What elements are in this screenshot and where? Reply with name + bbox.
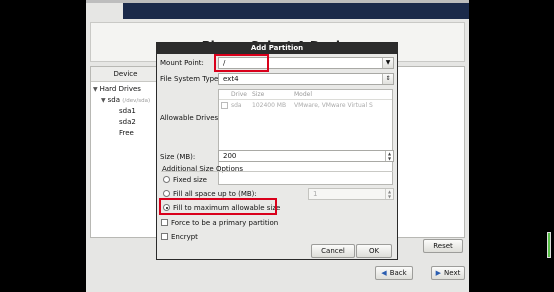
encrypt-label: Encrypt xyxy=(171,233,198,241)
status-indicator xyxy=(547,232,551,258)
size-spinner[interactable]: 200 ▲ ▼ xyxy=(218,150,394,162)
spinner-arrows-icon[interactable]: ▲ ▼ xyxy=(385,189,393,199)
tree-item-label: sda xyxy=(107,96,121,104)
ok-button[interactable]: OK xyxy=(356,244,392,258)
tree-item-free[interactable]: Free xyxy=(119,129,134,137)
fill-up-to-radio[interactable]: Fill all space up to (MB): xyxy=(163,190,257,198)
fill-up-to-spinner[interactable]: 1 ▲ ▼ xyxy=(308,188,394,200)
drive-name: sda xyxy=(231,102,242,109)
radio-icon[interactable] xyxy=(163,190,170,197)
collapse-icon[interactable]: ▼ xyxy=(93,86,98,93)
next-arrow-icon: ▶ xyxy=(435,269,442,277)
mount-point-label: Mount Point: xyxy=(160,59,204,67)
allowable-drives-label: Allowable Drives: xyxy=(160,114,221,122)
back-button[interactable]: ◀ Back xyxy=(375,266,413,280)
drive-model: VMware, VMware Virtual S xyxy=(294,102,373,109)
back-arrow-icon: ◀ xyxy=(381,269,387,277)
tree-item-sda2[interactable]: sda2 xyxy=(119,118,136,126)
size-value: 200 xyxy=(223,152,237,160)
spinner-arrows-icon[interactable]: ▲ ▼ xyxy=(385,151,393,161)
col-model[interactable]: Model xyxy=(294,91,312,98)
tree-item-detail: (/dev/sda) xyxy=(122,98,151,104)
dialog-title: Add Partition xyxy=(157,43,397,54)
chevron-down-icon[interactable]: ▼ xyxy=(382,58,393,68)
fill-max-highlight xyxy=(159,198,277,215)
add-partition-dialog: Add Partition Mount Point: / ▼ File Syst… xyxy=(156,42,398,260)
cancel-button[interactable]: Cancel xyxy=(311,244,355,258)
options-divider xyxy=(161,171,393,172)
back-label: Back xyxy=(389,269,407,277)
next-button[interactable]: ▶ Next xyxy=(431,266,465,280)
collapse-icon[interactable]: ▼ xyxy=(101,97,106,104)
checkbox-icon[interactable] xyxy=(161,219,168,226)
fixed-size-label: Fixed size xyxy=(173,176,207,184)
fill-up-to-value: 1 xyxy=(313,190,318,198)
drive-size: 102400 MB xyxy=(252,102,287,109)
fs-type-label: File System Type: xyxy=(160,75,221,83)
device-column-header[interactable]: Device xyxy=(91,67,161,82)
fill-up-to-label: Fill all space up to (MB): xyxy=(173,190,257,198)
primary-label: Force to be a primary partition xyxy=(171,219,279,227)
primary-checkbox[interactable]: Force to be a primary partition xyxy=(161,219,278,227)
tree-item-sda1[interactable]: sda1 xyxy=(119,107,136,115)
reset-button[interactable]: Reset xyxy=(423,239,463,253)
tree-item-label: Hard Drives xyxy=(99,85,141,93)
radio-icon[interactable] xyxy=(163,176,170,183)
next-label: Next xyxy=(444,269,461,277)
drive-checkbox[interactable] xyxy=(221,102,231,110)
fixed-size-radio[interactable]: Fixed size xyxy=(163,176,207,184)
header-banner xyxy=(123,3,469,19)
checkbox-icon[interactable] xyxy=(161,233,168,240)
encrypt-checkbox[interactable]: Encrypt xyxy=(161,233,198,241)
size-label: Size (MB): xyxy=(160,153,196,161)
fs-type-value: ext4 xyxy=(223,75,239,83)
col-size[interactable]: Size xyxy=(252,91,264,98)
mount-point-highlight xyxy=(214,54,269,72)
tree-item-hard-drives[interactable]: ▼ Hard Drives xyxy=(93,85,141,93)
header-divider xyxy=(219,99,392,100)
col-drive[interactable]: Drive xyxy=(231,91,247,98)
updown-icon[interactable]: ⇕ xyxy=(382,74,393,84)
tree-item-sda[interactable]: ▼ sda (/dev/sda) xyxy=(101,96,150,104)
fs-type-select[interactable]: ext4 ⇕ xyxy=(218,73,394,85)
